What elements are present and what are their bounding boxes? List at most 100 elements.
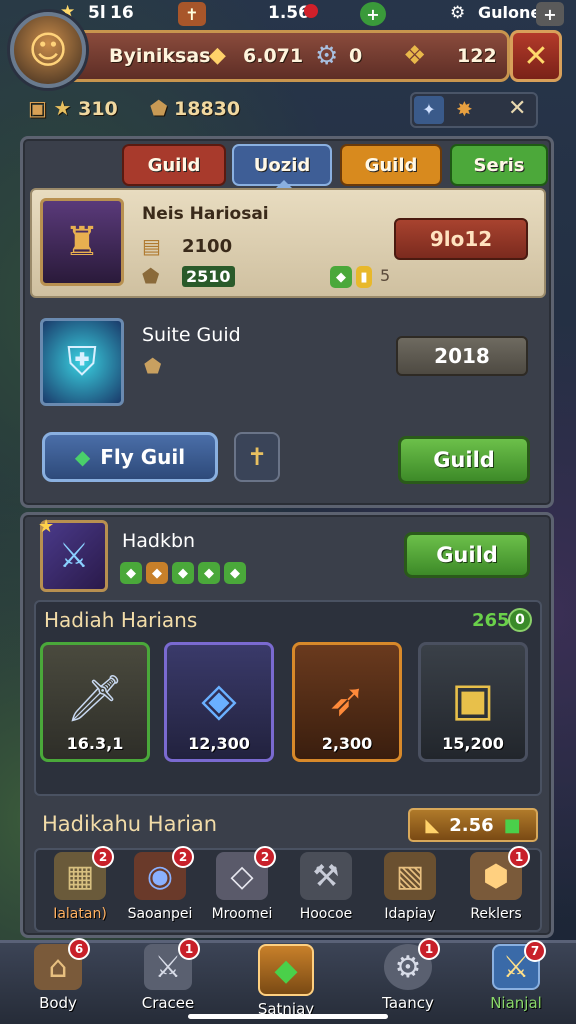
row2-value-b: 18830: [174, 98, 241, 120]
guild-card-button-label: 9lo12: [429, 227, 493, 251]
treasure-chest-icon: ▣: [451, 672, 495, 726]
reward-value: 16.3,1: [66, 734, 124, 753]
bag-item-ialatan[interactable]: ▦ 2 Ialatan): [38, 846, 122, 930]
nav-cracee[interactable]: ⚔ 1 Cracee: [118, 938, 218, 1020]
fly-guild-label: Fly Guil: [100, 445, 186, 469]
nav-badge: 1: [178, 938, 200, 960]
tab-label: Seris: [473, 154, 525, 176]
player-name: Byiniksas: [109, 45, 211, 67]
tab-guild-1[interactable]: Guild: [122, 144, 226, 186]
shield-icon: ⬟: [142, 264, 160, 288]
bag-item-idapiay[interactable]: ▧ Idapiay: [368, 852, 452, 930]
parcel-icon: ▧: [384, 852, 436, 900]
reward-value: 15,200: [442, 734, 504, 753]
hero-name: Hadkbn: [122, 530, 196, 552]
home-indicator: [188, 1014, 388, 1019]
gem-value: 122: [457, 45, 497, 67]
add-button[interactable]: +: [536, 2, 564, 26]
daily-title: Hadiah Harians: [44, 608, 198, 632]
bag-item-mroomei[interactable]: ◇ 2 Mroomei: [200, 846, 284, 930]
gold-value: 6.071: [243, 45, 304, 67]
gear-icon[interactable]: ⚙: [450, 3, 465, 23]
nav-nianjal[interactable]: ⚔ 7 Nianjal: [466, 940, 566, 1020]
row2-value-a: 310: [78, 98, 118, 120]
tab-guild-2[interactable]: Guild: [340, 144, 442, 186]
nav-body[interactable]: ⌂ 6 Body: [8, 938, 108, 1020]
anvil-icon: ⚒: [300, 852, 352, 900]
gold-pile-icon: ▤: [142, 234, 161, 258]
status-bar: ★ 5l 16 ✝ 1.56 + ⚙ Gulone +: [0, 0, 576, 28]
splash-icon[interactable]: ✸: [456, 97, 473, 121]
nav-taancy[interactable]: ⚙ 1 Taancy: [358, 938, 458, 1020]
sword-blue-icon: ⚔ 7: [492, 940, 546, 990]
gem-slot-icon: ◆: [146, 562, 168, 584]
bag-item-hoocoe[interactable]: ⚒ Hoocoe: [284, 852, 368, 930]
bag-badge: 2: [92, 846, 114, 868]
emblem-center-icon: ◆: [258, 944, 314, 996]
reward-sword[interactable]: 🗡 16.3,1: [40, 642, 150, 762]
nav-label: Nianjal: [490, 994, 542, 1012]
crossed-tools-icon: ⚔ 1: [144, 938, 200, 990]
plus-circle-icon[interactable]: +: [360, 2, 386, 26]
close-icon[interactable]: ✕: [510, 30, 562, 82]
alert-dot-icon: [304, 4, 318, 18]
player-header: Byiniksas ◆ 6.071 ⚙ 0 ❖ 122: [40, 30, 510, 82]
quick-tools: ✦ ✸ ✕: [410, 92, 538, 128]
bag-label: Hoocoe: [299, 906, 353, 922]
gem-slot-icon: ◆: [198, 562, 220, 584]
second-daily-value-box[interactable]: ◣ 2.56 ■: [408, 808, 538, 842]
nav-badge: 1: [418, 938, 440, 960]
nav-satniay[interactable]: ◆ Satniay: [236, 944, 336, 1020]
header-row2: ▣ ★ 310: [28, 96, 118, 120]
sword-chip-icon[interactable]: ✝: [178, 2, 206, 26]
gear-resource-icon: ⚙: [315, 41, 339, 71]
tab-seris[interactable]: Seris: [450, 144, 548, 186]
gem-slot-icon: ◆: [120, 562, 142, 584]
shield-small-icon: ⬟: [150, 96, 168, 120]
compass-icon[interactable]: ✦: [414, 96, 444, 124]
fire-spear-icon: ➶: [327, 672, 367, 726]
status-right-label: Gulone: [478, 3, 542, 22]
bag-label: Ialatan): [53, 906, 107, 922]
tab-label: Uozid: [253, 154, 311, 176]
emblem-icon: ⬟: [144, 354, 162, 378]
reward-crystal[interactable]: ◈ 12,300: [164, 642, 274, 762]
fly-guild-button[interactable]: ◆ Fly Guil: [42, 432, 218, 482]
green-cube-icon: ■: [503, 814, 521, 836]
house-icon: ⌂ 6: [34, 938, 90, 990]
hero-guild-label: Guild: [436, 543, 498, 567]
header-row2-b: ⬟ 18830: [150, 96, 240, 120]
bag-item-saoanpei[interactable]: ◉ 2 Saoanpei: [118, 846, 202, 930]
guild-join-button[interactable]: Guild: [398, 436, 530, 484]
bag-badge: 2: [254, 846, 276, 868]
nav-label: Taancy: [382, 994, 434, 1012]
nav-badge: 7: [524, 940, 546, 962]
reward-spear[interactable]: ➶ 2,300: [292, 642, 402, 762]
fox-icon: ◣: [425, 814, 440, 836]
suite-guild-button[interactable]: 2018: [396, 336, 528, 376]
chest-icon: ▣: [28, 96, 47, 120]
guild-card-button[interactable]: 9lo12: [394, 218, 528, 260]
hero-guild-button[interactable]: Guild: [404, 532, 530, 578]
gem-green-icon: ◆: [74, 445, 91, 469]
gem-slot-icon: ◆: [172, 562, 194, 584]
add-guild-button[interactable]: ✝: [234, 432, 280, 482]
star-badge-icon: ★: [38, 516, 55, 537]
guild-name: Neis Hariosai: [142, 204, 269, 224]
sword-icon: 🗡: [65, 671, 125, 725]
close-small-icon[interactable]: ✕: [508, 96, 526, 121]
suite-guild-button-label: 2018: [434, 344, 490, 368]
player-avatar[interactable]: ☺: [10, 12, 86, 88]
gold-icon: ◆: [209, 43, 226, 68]
active-tab-indicator: [276, 180, 292, 188]
daily-count-badge: 0: [508, 608, 532, 632]
second-daily-value: 2.56: [449, 814, 494, 836]
bag-item-reklers[interactable]: ⬢ 1 Reklers: [454, 846, 538, 930]
nav-label: Body: [39, 994, 77, 1012]
suite-guild-name: Suite Guid: [142, 324, 241, 346]
nav-badge: 6: [68, 938, 90, 960]
crate-icon: ▦ 2: [54, 846, 114, 900]
coin-icon: ▮: [356, 266, 372, 288]
reward-chest[interactable]: ▣ 15,200: [418, 642, 528, 762]
green-gem-icon: ◆: [330, 266, 352, 288]
